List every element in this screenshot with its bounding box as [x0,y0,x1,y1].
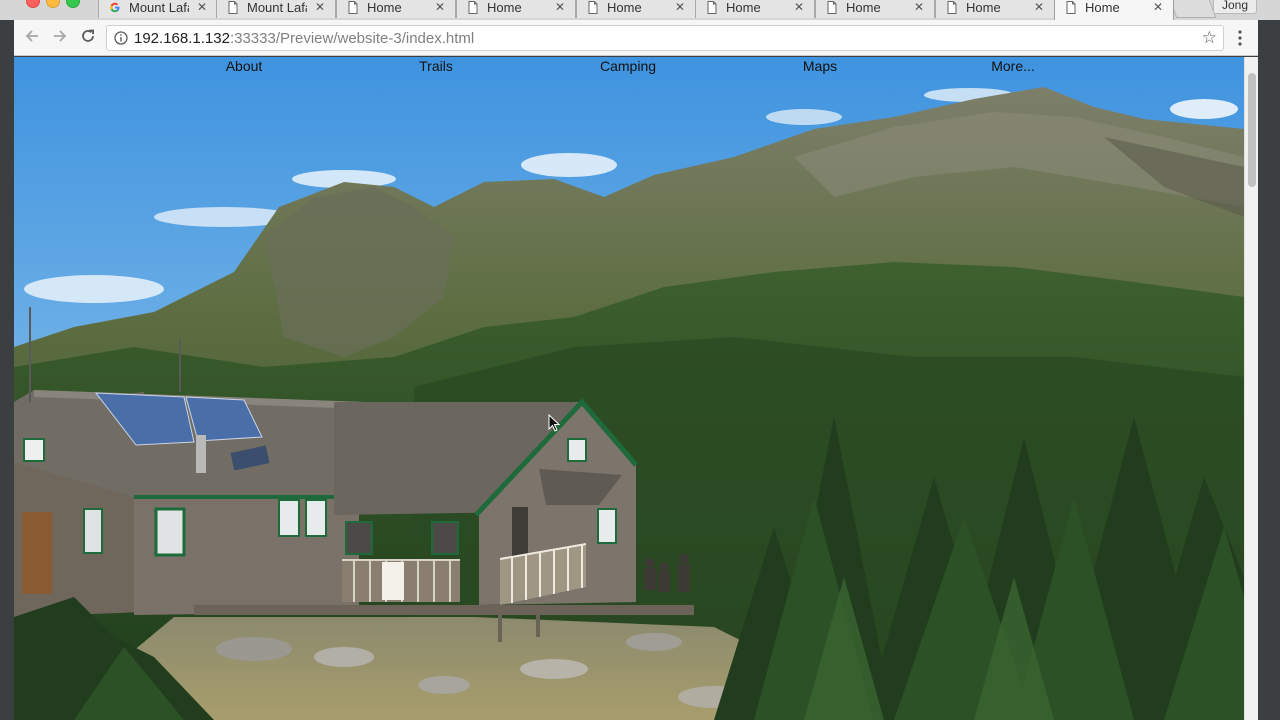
tab-title: Home [966,0,1001,15]
site-nav: About Trails Camping Maps More... [14,57,1244,77]
page-icon [1066,1,1076,14]
arrow-left-icon [25,30,38,42]
tab-4[interactable]: Home ✕ [456,0,576,18]
address-bar[interactable]: 192.168.1.132:33333/Preview/website-3/in… [106,25,1224,51]
window-edge-right [1258,56,1280,720]
profile-button[interactable]: Jong [1213,0,1257,14]
mouse-pointer-icon [548,414,560,432]
tab-title: Home [367,0,402,15]
close-tab-icon[interactable]: ✕ [197,0,207,14]
tab-5[interactable]: Home ✕ [576,0,696,18]
page-icon [947,1,957,14]
close-tab-icon[interactable]: ✕ [435,0,445,14]
tab-title: Mount Lafa [129,0,189,15]
close-tab-icon[interactable]: ✕ [914,0,924,14]
close-tab-icon[interactable]: ✕ [1034,0,1044,14]
reload-icon [82,29,94,42]
tab-7[interactable]: Home ✕ [815,0,935,18]
reload-button[interactable] [78,28,98,48]
google-g-icon [110,2,120,13]
close-tab-icon[interactable]: ✕ [555,0,565,14]
forward-button[interactable] [50,28,70,48]
nav-about[interactable]: About [226,58,263,74]
tab-title: Home [487,0,522,15]
nav-maps[interactable]: Maps [803,58,837,74]
close-window-button[interactable] [26,0,40,8]
tab-title: Home [607,0,642,15]
nav-trails[interactable]: Trails [419,58,453,74]
close-tab-icon[interactable]: ✕ [794,0,804,14]
browser-toolbar: 192.168.1.132:33333/Preview/website-3/in… [14,20,1258,56]
zoom-window-button[interactable] [66,0,80,8]
page-content: About Trails Camping Maps More... [14,57,1244,720]
tab-title: Home [1085,0,1120,15]
scrollbar-thumb[interactable] [1248,73,1256,187]
url-host: 192.168.1.132 [134,30,230,47]
page-scrollbar[interactable] [1244,57,1258,720]
tab-9-active[interactable]: Home ✕ [1054,0,1174,20]
bookmark-star-icon[interactable]: ☆ [1202,28,1217,48]
new-tab-button[interactable] [1167,0,1217,18]
tab-title: Mount Lafa [247,0,307,15]
page-icon [588,1,598,14]
tab-title: Home [726,0,761,15]
url-text[interactable]: 192.168.1.132:33333/Preview/website-3/in… [134,30,474,47]
close-tab-icon[interactable]: ✕ [315,0,325,14]
arrow-right-icon [54,30,67,42]
close-tab-icon[interactable]: ✕ [675,0,685,14]
tab-strip: Mount Lafa ✕ Mount Lafa ✕ Home ✕ Home ✕ … [0,0,1280,20]
close-tab-icon[interactable]: ✕ [1153,0,1163,14]
page-icon [348,1,358,14]
tab-8[interactable]: Home ✕ [935,0,1055,18]
page-icon [228,1,238,14]
page-icon [707,1,717,14]
tab-6[interactable]: Home ✕ [695,0,815,18]
info-icon[interactable] [114,31,128,45]
tab-1[interactable]: Mount Lafa ✕ [98,0,218,18]
tab-3[interactable]: Home ✕ [336,0,456,18]
minimize-window-button[interactable] [46,0,60,8]
nav-camping[interactable]: Camping [600,58,656,74]
mountain-hut-photo [14,57,1244,720]
tab-title: Home [846,0,881,15]
tab-2[interactable]: Mount Lafa ✕ [216,0,336,18]
nav-more[interactable]: More... [991,58,1035,74]
page-icon [827,1,837,14]
window-edge-left [0,56,14,720]
page-icon [468,1,478,14]
kebab-menu-icon[interactable] [1236,28,1244,48]
url-path: :33333/Preview/website-3/index.html [229,30,475,47]
back-button[interactable] [22,28,42,48]
